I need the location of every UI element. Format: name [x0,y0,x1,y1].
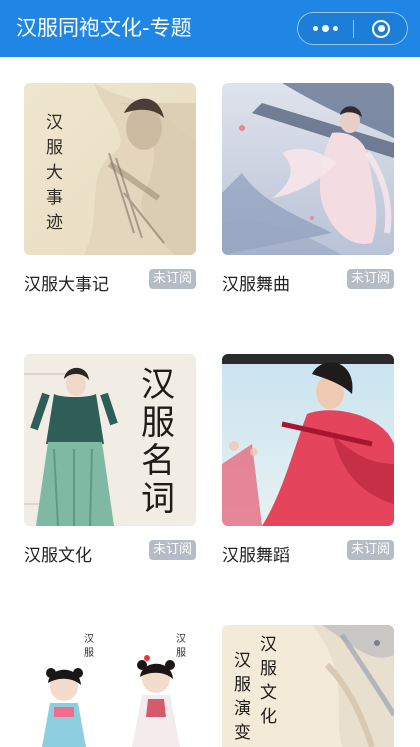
topic-thumbnail[interactable] [222,354,394,526]
subscribe-badge[interactable]: 未订阅 [148,269,196,289]
topic-card[interactable]: 汉服演变 汉服文化 [222,625,394,747]
mini-program-capsule [297,12,408,45]
topic-thumbnail[interactable]: 汉服名词 [24,354,196,526]
topic-card[interactable]: 汉服大事迹 汉服大事记 未订阅 [24,83,196,298]
topic-title: 汉服舞蹈 [222,546,290,566]
thumbnail-calligraphy: 汉服 [176,634,186,659]
topic-card[interactable]: 汉服舞蹈 未订阅 [222,354,394,569]
page-title: 汉服同袍文化-专题 [16,16,192,40]
thumbnail-calligraphy: 汉服大事迹 [46,113,63,233]
subscribe-badge[interactable]: 未订阅 [346,540,394,560]
topic-card[interactable]: 汉服 汉服 [24,625,196,747]
thumbnail-calligraphy: 汉服演变 [234,651,251,743]
subscribe-badge[interactable]: 未订阅 [148,540,196,560]
topic-thumbnail[interactable] [222,83,394,255]
target-close-icon [372,19,390,38]
navigation-bar: 汉服同袍文化-专题 [0,0,420,57]
thumbnail-calligraphy: 汉服名词 [141,365,175,519]
more-button[interactable] [298,13,353,44]
close-button[interactable] [354,13,408,44]
topic-card[interactable]: 汉服舞曲 未订阅 [222,83,394,298]
topic-thumbnail[interactable]: 汉服演变 汉服文化 [222,625,394,747]
topic-thumbnail[interactable]: 汉服大事迹 [24,83,196,255]
thumbnail-calligraphy: 汉服 [84,634,94,659]
more-dots-icon [313,26,318,31]
topic-thumbnail[interactable]: 汉服 汉服 [24,625,196,747]
subscribe-badge[interactable]: 未订阅 [346,269,394,289]
topic-title: 汉服大事记 [24,275,109,295]
topic-title: 汉服舞曲 [222,275,290,295]
topic-title: 汉服文化 [24,546,92,566]
topic-card[interactable]: 汉服名词 汉服文化 未订阅 [24,354,196,569]
thumbnail-calligraphy: 汉服文化 [260,635,277,727]
